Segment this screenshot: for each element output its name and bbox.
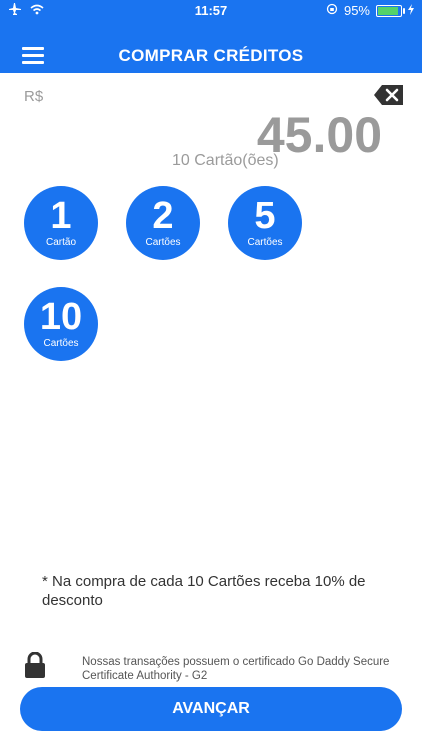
option-2-cards-button[interactable]: 2 Cartões [126,186,200,260]
advance-button[interactable]: AVANÇAR [20,687,402,731]
cards-count: 10 Cartão(ões) [172,152,279,169]
option-10-cards-button[interactable]: 10 Cartões [24,287,98,361]
option-number: 2 [152,195,174,237]
option-1-card-button[interactable]: 1 Cartão [24,186,98,260]
lock-icon [24,651,46,678]
certificate-note: Nossas transações possuem o certificado … [82,656,390,682]
battery-icon [376,4,405,17]
status-bar: 11:57 95% [0,0,422,22]
backspace-icon[interactable] [374,84,404,106]
status-right: 95% [326,3,414,18]
option-label: Cartão [45,237,76,248]
option-number: 5 [254,195,276,237]
currency-label: R$ [24,88,44,105]
option-label: Cartões [247,237,283,248]
discount-note: * Na compra de cada 10 Cartões receba 10… [42,573,366,609]
option-5-cards-button[interactable]: 5 Cartões [228,186,302,260]
option-number: 10 [39,296,83,338]
page-title: COMPRAR CRÉDITOS [118,46,304,65]
option-label: Cartões [43,338,79,349]
app-header: 11:57 95% COMPRAR CRÉDITOS [0,0,422,73]
orientation-lock-icon [326,3,338,18]
battery-percent: 95% [343,3,370,18]
charging-icon [408,3,414,18]
option-number: 1 [50,195,72,237]
option-label: Cartões [145,237,181,248]
